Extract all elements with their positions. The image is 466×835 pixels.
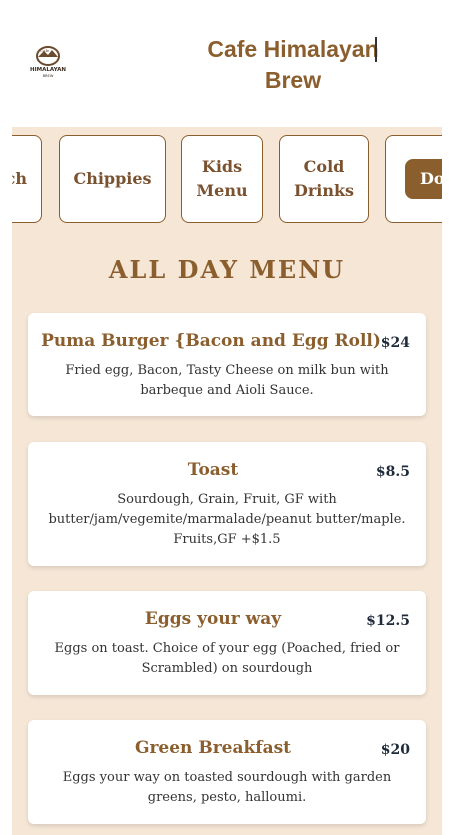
menu-item-card[interactable]: Toast $8.5 Sourdough, Grain, Fruit, GF w… — [28, 442, 426, 566]
section-title: ALL DAY MENU — [108, 255, 346, 284]
page-title: Cafe Himalayan Brew — [207, 36, 379, 93]
text-cursor — [375, 37, 377, 62]
header: Cafe HIMALAYAN BREW Cafe Himalayan Brew — [12, 0, 442, 127]
item-description: Sourdough, Grain, Fruit, GF with butter/… — [48, 492, 406, 547]
item-name: Eggs your way — [144, 609, 282, 629]
tab-brunch[interactable]: ch — [12, 135, 42, 223]
menu-item-card[interactable]: Puma Burger {Bacon and Egg Roll) $24 Fri… — [28, 313, 426, 416]
item-description: Eggs on toast. Choice of your egg (Poach… — [54, 641, 400, 676]
tab-cold-drinks[interactable]: Cold Drinks — [279, 135, 369, 223]
cafe-logo[interactable]: Cafe HIMALAYAN BREW — [28, 44, 68, 80]
item-price: $24 — [380, 335, 410, 351]
app-frame: Cafe HIMALAYAN BREW Cafe Himalayan Brew … — [12, 0, 442, 835]
svg-text:BREW: BREW — [43, 74, 54, 78]
item-price: $12.5 — [366, 613, 410, 629]
menu-item-card[interactable]: Green Breakfast $20 Eggs your way on toa… — [28, 720, 426, 824]
tab-kids-menu[interactable]: Kids Menu — [181, 135, 263, 223]
item-price: $8.5 — [375, 464, 410, 480]
item-description: Eggs your way on toasted sourdough with … — [62, 770, 392, 805]
tab-active[interactable]: Do — [405, 159, 442, 199]
category-tabs: ch Chippies Kids Menu Cold Drinks Do — [12, 135, 442, 225]
item-price: $20 — [380, 742, 410, 758]
svg-text:Cafe: Cafe — [40, 48, 50, 53]
menu-item-card[interactable]: Eggs your way $12.5 Eggs on toast. Choic… — [28, 591, 426, 695]
svg-text:HIMALAYAN: HIMALAYAN — [30, 67, 66, 73]
item-name: Toast — [187, 460, 239, 480]
item-name: Puma Burger {Bacon and Egg Roll) — [41, 331, 381, 351]
item-description: Fried egg, Bacon, Tasty Cheese on milk b… — [65, 363, 389, 398]
tab-chippies[interactable]: Chippies — [59, 135, 166, 223]
item-name: Green Breakfast — [134, 738, 292, 758]
